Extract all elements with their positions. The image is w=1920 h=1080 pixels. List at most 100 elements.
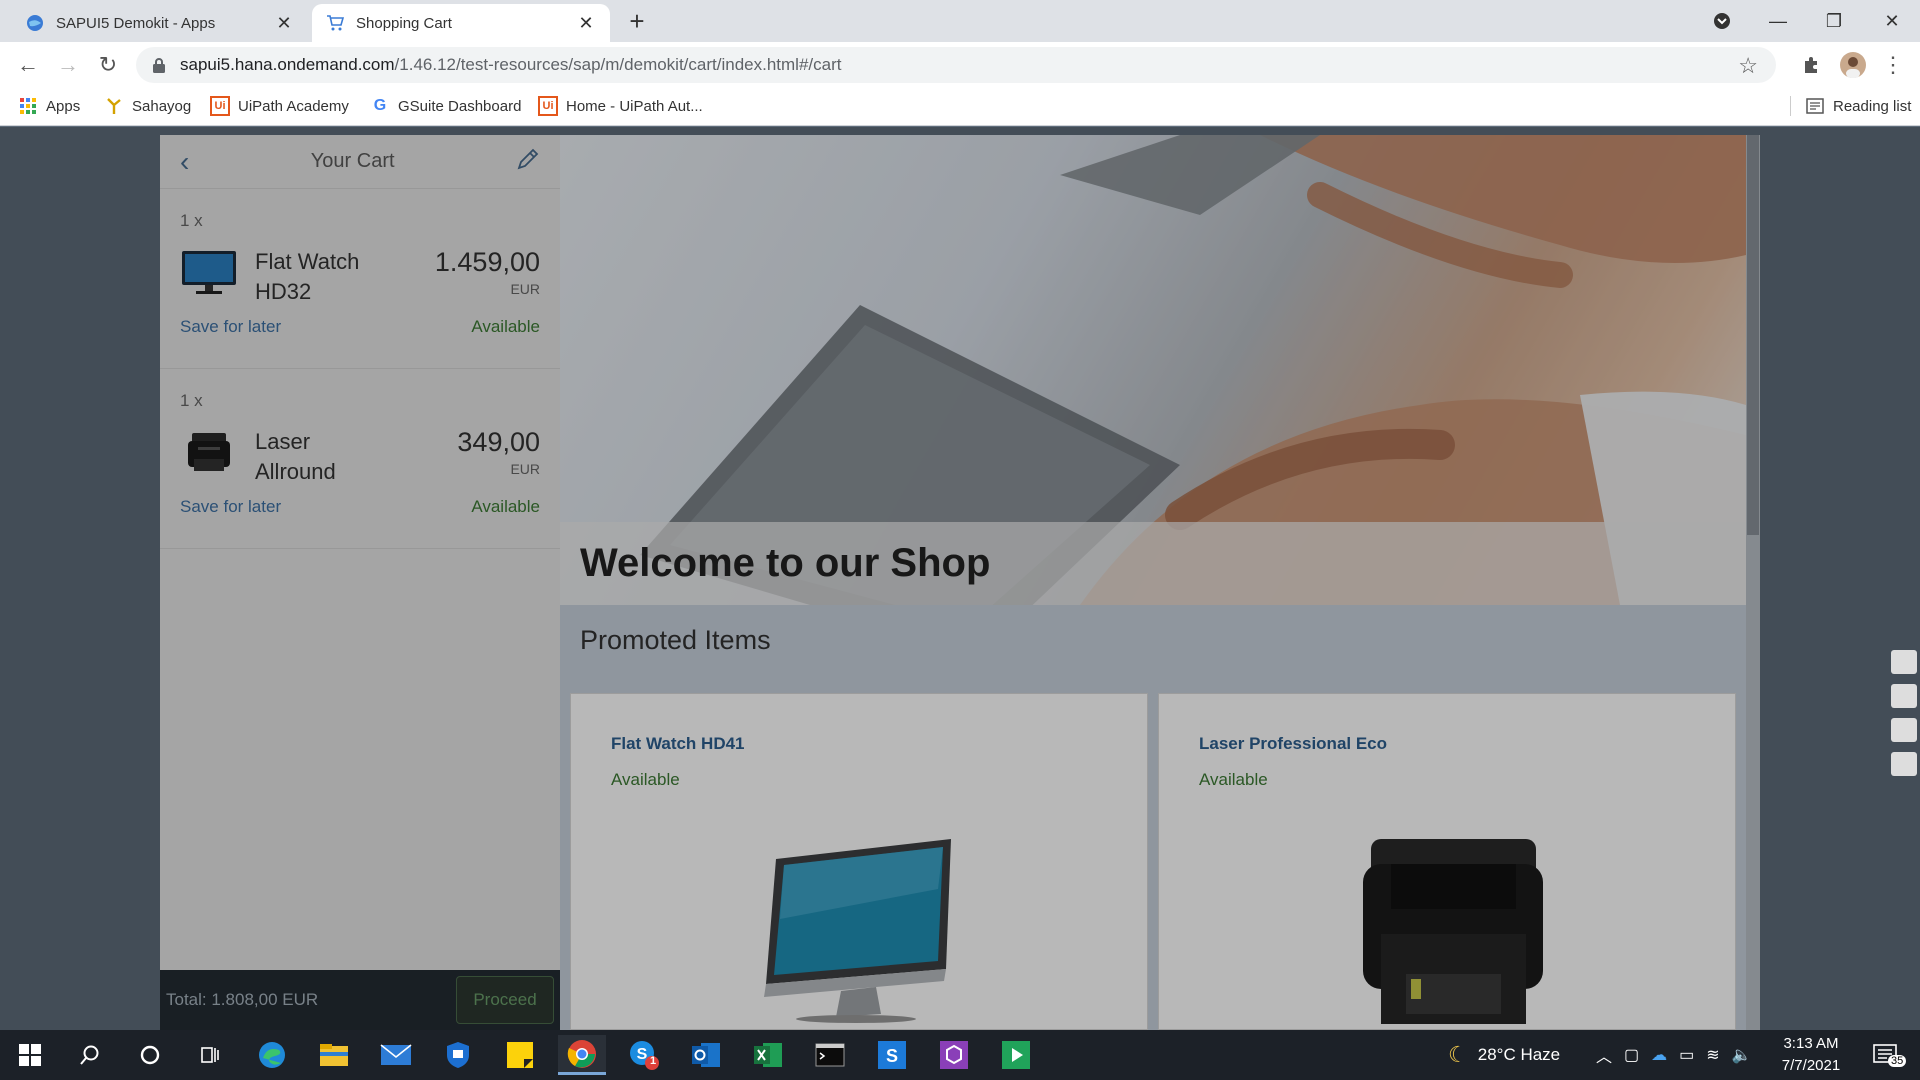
sahayog-leaf-icon xyxy=(104,96,124,116)
weather-widget[interactable]: ☾ 28°C Haze xyxy=(1448,1030,1560,1080)
reading-list-icon xyxy=(1805,96,1825,116)
volume-icon[interactable]: 🔈 xyxy=(1732,1045,1752,1065)
windows-start-icon[interactable] xyxy=(6,1035,54,1075)
tab-search-chevron-icon[interactable] xyxy=(1694,0,1750,42)
battery-icon[interactable]: ▭ xyxy=(1679,1045,1694,1065)
bookmark-sahayog[interactable]: Sahayog xyxy=(104,96,191,116)
bookmarks-bar: Apps Sahayog Ui UiPath Academy G GSuite … xyxy=(0,88,1920,126)
hero-banner: Welcome to our Shop xyxy=(560,135,1746,605)
system-clock[interactable]: 3:13 AM 7/7/2021 xyxy=(1770,1033,1852,1077)
task-view-icon[interactable] xyxy=(186,1035,234,1075)
minimize-icon[interactable]: — xyxy=(1750,0,1806,42)
address-bar[interactable]: sapui5.hana.ondemand.com/1.46.12/test-re… xyxy=(136,47,1776,83)
scrollbar-thumb[interactable] xyxy=(1747,135,1759,535)
item-name[interactable]: Laser Allround xyxy=(255,427,395,487)
forward-arrow-icon[interactable]: → xyxy=(52,49,84,81)
clock-time: 3:13 AM xyxy=(1783,1035,1839,1052)
notification-count: 35 xyxy=(1888,1055,1907,1067)
bookmark-label: Home - UiPath Aut... xyxy=(566,97,703,115)
onedrive-cloud-icon[interactable]: ☁ xyxy=(1651,1045,1667,1065)
cart-icon xyxy=(326,14,344,32)
cart-panel: ‹ Your Cart 1 x Flat Watch HD32 1.459,00… xyxy=(160,135,560,1030)
back-chevron-icon[interactable]: ‹ xyxy=(180,146,189,178)
reload-icon[interactable]: ↻ xyxy=(92,49,124,81)
cart-total: Total: 1.808,00 EUR xyxy=(166,990,319,1009)
tab-label: Shopping Cart xyxy=(356,14,452,32)
profile-avatar[interactable] xyxy=(1838,50,1868,80)
uipath-studio-icon[interactable]: S xyxy=(868,1035,916,1075)
reading-list-label: Reading list xyxy=(1833,97,1912,115)
back-arrow-icon[interactable]: ← xyxy=(12,49,44,81)
cart-header: ‹ Your Cart xyxy=(160,135,560,189)
outlook-icon[interactable] xyxy=(682,1035,730,1075)
bookmark-star-icon[interactable]: ☆ xyxy=(1738,53,1758,79)
floating-capture-toolbar xyxy=(1888,650,1920,800)
bookmark-gsuite-dashboard[interactable]: G GSuite Dashboard xyxy=(370,96,522,116)
shop-main: Welcome to our Shop Promoted Items Flat … xyxy=(560,135,1746,1030)
bookmark-apps[interactable]: Apps xyxy=(18,96,80,116)
promoted-item-card[interactable]: Flat Watch HD41 Available xyxy=(570,693,1148,1030)
file-explorer-icon[interactable] xyxy=(310,1035,358,1075)
cart-footer: Total: 1.808,00 EUR Proceed xyxy=(160,970,560,1030)
restore-icon[interactable]: ❐ xyxy=(1806,0,1862,42)
save-for-later-link[interactable]: Save for later xyxy=(180,497,281,517)
kebab-menu-icon[interactable]: ⋮ xyxy=(1878,50,1908,80)
edit-pencil-icon[interactable] xyxy=(516,147,540,177)
promoted-item-card[interactable]: Laser Professional Eco Available xyxy=(1158,693,1736,1030)
bookmark-uipath-home[interactable]: Ui Home - UiPath Aut... xyxy=(538,96,703,116)
tab-sapui5-demokit[interactable]: SAPUI5 Demokit - Apps ✕ xyxy=(12,4,308,42)
settings-gear-icon[interactable] xyxy=(1891,752,1917,776)
show-hidden-icons-chevron-icon[interactable]: ︿ xyxy=(1596,1043,1612,1067)
bookmark-label: UiPath Academy xyxy=(238,97,349,115)
scrollbar[interactable] xyxy=(1746,135,1760,1030)
cart-item[interactable]: 1 x Laser Allround 349,00 EUR Save for l… xyxy=(160,369,560,549)
item-name[interactable]: Flat Watch HD32 xyxy=(255,247,395,307)
security-shield-icon[interactable] xyxy=(434,1035,482,1075)
edge-browser-icon[interactable] xyxy=(248,1035,296,1075)
excel-icon[interactable] xyxy=(744,1035,792,1075)
skype-icon[interactable]: S 1 xyxy=(620,1035,668,1075)
search-icon[interactable] xyxy=(66,1035,114,1075)
save-for-later-link[interactable]: Save for later xyxy=(180,317,281,337)
cortana-icon[interactable] xyxy=(126,1035,174,1075)
tab-shopping-cart[interactable]: Shopping Cart ✕ xyxy=(312,4,610,42)
notification-center-icon[interactable]: 35 xyxy=(1862,1035,1910,1075)
extensions-puzzle-icon[interactable] xyxy=(1797,50,1827,80)
close-window-icon[interactable]: ✕ xyxy=(1864,0,1920,42)
close-icon[interactable]: ✕ xyxy=(274,13,294,34)
meet-now-icon[interactable]: ▢ xyxy=(1624,1045,1639,1065)
camera-icon[interactable] xyxy=(1891,650,1917,674)
promoted-item-name[interactable]: Laser Professional Eco xyxy=(1199,734,1387,754)
tab-label: SAPUI5 Demokit - Apps xyxy=(56,14,216,32)
wifi-icon[interactable]: ≋ xyxy=(1706,1045,1719,1065)
promoted-items-title: Promoted Items xyxy=(580,625,771,655)
system-tray: ︿ ▢ ☁ ▭ ≋ 🔈 xyxy=(1596,1030,1752,1080)
chrome-browser-icon[interactable] xyxy=(558,1035,606,1075)
url-host: sapui5.hana.ondemand.com xyxy=(180,55,395,74)
cart-item[interactable]: 1 x Flat Watch HD32 1.459,00 EUR Save fo… xyxy=(160,189,560,369)
sticky-notes-icon[interactable] xyxy=(496,1035,544,1075)
uipath-logo-icon: Ui xyxy=(538,96,558,116)
printer-product-image xyxy=(188,433,230,471)
new-tab-plus-icon[interactable]: + xyxy=(622,6,652,36)
url-path: /1.46.12/test-resources/sap/m/demokit/ca… xyxy=(394,55,842,74)
close-icon[interactable]: ✕ xyxy=(576,13,596,34)
promoted-item-name[interactable]: Flat Watch HD41 xyxy=(611,734,745,754)
proceed-button[interactable]: Proceed xyxy=(456,976,554,1024)
terminal-icon[interactable] xyxy=(806,1035,854,1075)
video-camera-icon[interactable] xyxy=(1891,684,1917,708)
availability-status: Available xyxy=(471,497,540,516)
monitor-product-image xyxy=(182,251,236,294)
item-currency: EUR xyxy=(510,461,540,477)
reading-list-button[interactable]: Reading list xyxy=(1790,96,1911,116)
mail-icon[interactable] xyxy=(372,1035,420,1075)
uipath-robot-play-icon[interactable] xyxy=(992,1035,1040,1075)
uipath-logo-icon: Ui xyxy=(210,96,230,116)
globe-icon xyxy=(26,14,44,32)
printer-product-image xyxy=(1363,839,1543,1024)
bookmark-label: GSuite Dashboard xyxy=(398,97,522,115)
gallery-icon[interactable] xyxy=(1891,718,1917,742)
bookmark-uipath-academy[interactable]: Ui UiPath Academy xyxy=(210,96,349,116)
uipath-assistant-icon[interactable] xyxy=(930,1035,978,1075)
lock-icon xyxy=(153,58,165,73)
